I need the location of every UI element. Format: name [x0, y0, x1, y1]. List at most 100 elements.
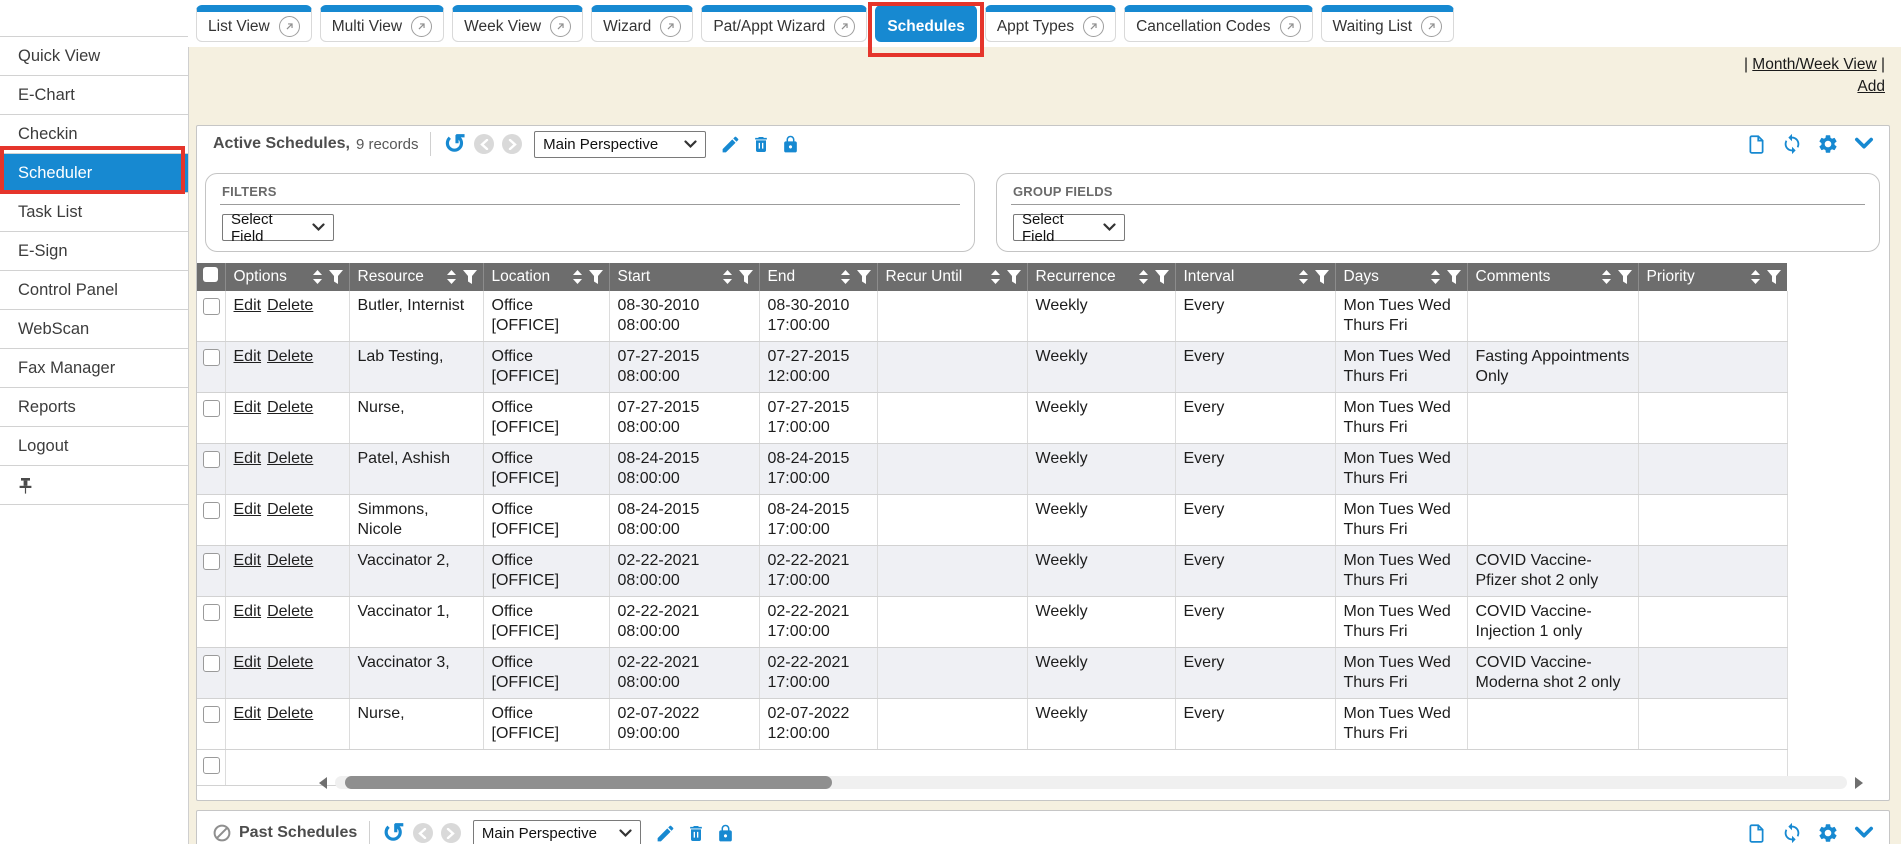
refresh-icon[interactable]	[1781, 133, 1803, 155]
edit-link[interactable]: Edit	[234, 501, 262, 518]
collapse-chevron-icon[interactable]	[1853, 135, 1875, 153]
row-checkbox[interactable]	[203, 451, 220, 468]
row-checkbox[interactable]	[203, 400, 220, 417]
sort-icon[interactable]	[1430, 270, 1441, 284]
tab-wizard[interactable]: Wizard	[591, 5, 693, 42]
popout-icon[interactable]	[1280, 16, 1301, 37]
delete-link[interactable]: Delete	[267, 399, 313, 416]
delete-link[interactable]: Delete	[267, 501, 313, 518]
tab-list-view[interactable]: List View	[196, 5, 312, 42]
filter-funnel-icon[interactable]	[1155, 270, 1169, 284]
tab-multi-view[interactable]: Multi View	[320, 5, 444, 42]
sort-icon[interactable]	[312, 270, 323, 284]
popout-icon[interactable]	[1421, 16, 1442, 37]
pushpin-icon[interactable]	[18, 477, 33, 494]
edit-pencil-icon[interactable]	[720, 134, 741, 155]
filter-funnel-icon[interactable]	[857, 270, 871, 284]
filter-funnel-icon[interactable]	[1007, 270, 1021, 284]
sidebar-item-logout[interactable]: Logout	[0, 427, 188, 466]
month-week-view-link[interactable]: Month/Week View	[1752, 56, 1876, 73]
add-link[interactable]: Add	[1857, 78, 1885, 95]
new-record-icon[interactable]	[1746, 133, 1767, 156]
tab-appt-types[interactable]: Appt Types	[985, 5, 1116, 42]
delete-link[interactable]: Delete	[267, 654, 313, 671]
new-record-icon[interactable]	[1746, 822, 1767, 844]
sidebar-item-scheduler[interactable]: Scheduler	[0, 154, 188, 193]
collapse-chevron-icon[interactable]	[1853, 824, 1875, 842]
edit-pencil-icon[interactable]	[655, 823, 676, 844]
previous-icon[interactable]	[474, 134, 494, 154]
filter-funnel-icon[interactable]	[739, 270, 753, 284]
delete-link[interactable]: Delete	[267, 450, 313, 467]
filter-funnel-icon[interactable]	[1447, 270, 1461, 284]
delete-link[interactable]: Delete	[267, 705, 313, 722]
row-checkbox[interactable]	[203, 604, 220, 621]
popout-icon[interactable]	[834, 16, 855, 37]
sidebar-item-checkin[interactable]: Checkin	[0, 115, 188, 154]
edit-link[interactable]: Edit	[234, 603, 262, 620]
filter-funnel-icon[interactable]	[1767, 270, 1781, 284]
settings-gear-icon[interactable]	[1817, 822, 1839, 844]
filter-funnel-icon[interactable]	[1618, 270, 1632, 284]
next-icon[interactable]	[502, 134, 522, 154]
delete-link[interactable]: Delete	[267, 552, 313, 569]
perspective-select[interactable]: Main Perspective	[534, 131, 706, 158]
row-checkbox[interactable]	[203, 655, 220, 672]
edit-link[interactable]: Edit	[234, 297, 262, 314]
scrollbar-track[interactable]	[335, 776, 1847, 789]
sidebar-item-control-panel[interactable]: Control Panel	[0, 271, 188, 310]
sort-icon[interactable]	[722, 270, 733, 284]
sidebar-item-task-list[interactable]: Task List	[0, 193, 188, 232]
scroll-right-arrow[interactable]	[1855, 777, 1863, 789]
row-checkbox[interactable]	[203, 757, 220, 774]
popout-icon[interactable]	[1083, 16, 1104, 37]
sort-icon[interactable]	[572, 270, 583, 284]
sidebar-item-reports[interactable]: Reports	[0, 388, 188, 427]
popout-icon[interactable]	[411, 16, 432, 37]
sort-icon[interactable]	[1298, 270, 1309, 284]
sort-icon[interactable]	[990, 270, 1001, 284]
filter-funnel-icon[interactable]	[329, 270, 343, 284]
previous-icon[interactable]	[413, 823, 433, 843]
delete-link[interactable]: Delete	[267, 603, 313, 620]
lock-icon[interactable]	[781, 134, 800, 155]
delete-trash-icon[interactable]	[686, 823, 706, 844]
delete-trash-icon[interactable]	[751, 134, 771, 155]
tab-waiting-list[interactable]: Waiting List	[1321, 5, 1455, 42]
popout-icon[interactable]	[279, 16, 300, 37]
edit-link[interactable]: Edit	[234, 399, 262, 416]
undo-icon[interactable]: ↺	[443, 132, 466, 156]
sort-icon[interactable]	[446, 270, 457, 284]
sidebar-item-webscan[interactable]: WebScan	[0, 310, 188, 349]
sort-icon[interactable]	[1601, 270, 1612, 284]
filter-funnel-icon[interactable]	[1315, 270, 1329, 284]
select-all-checkbox[interactable]	[203, 267, 218, 282]
edit-link[interactable]: Edit	[234, 348, 262, 365]
refresh-icon[interactable]	[1781, 822, 1803, 844]
sidebar-item-quick-view[interactable]: Quick View	[0, 36, 188, 76]
group-field-select[interactable]: Select Field	[1013, 214, 1125, 241]
row-checkbox[interactable]	[203, 502, 220, 519]
filter-funnel-icon[interactable]	[589, 270, 603, 284]
lock-icon[interactable]	[716, 823, 735, 844]
sort-icon[interactable]	[840, 270, 851, 284]
sidebar-item-fax-manager[interactable]: Fax Manager	[0, 349, 188, 388]
edit-link[interactable]: Edit	[234, 552, 262, 569]
sort-icon[interactable]	[1138, 270, 1149, 284]
sort-icon[interactable]	[1750, 270, 1761, 284]
row-checkbox[interactable]	[203, 349, 220, 366]
edit-link[interactable]: Edit	[234, 705, 262, 722]
popout-icon[interactable]	[660, 16, 681, 37]
sidebar-item-e-sign[interactable]: E-Sign	[0, 232, 188, 271]
next-icon[interactable]	[441, 823, 461, 843]
settings-gear-icon[interactable]	[1817, 133, 1839, 155]
undo-icon[interactable]: ↺	[382, 821, 405, 844]
row-checkbox[interactable]	[203, 706, 220, 723]
tab-week-view[interactable]: Week View	[452, 5, 583, 42]
tab-schedules[interactable]: Schedules	[875, 5, 977, 42]
filters-field-select[interactable]: Select Field	[222, 214, 334, 241]
filter-funnel-icon[interactable]	[463, 270, 477, 284]
sidebar-item-e-chart[interactable]: E-Chart	[0, 76, 188, 115]
past-perspective-select[interactable]: Main Perspective	[473, 820, 641, 844]
delete-link[interactable]: Delete	[267, 297, 313, 314]
